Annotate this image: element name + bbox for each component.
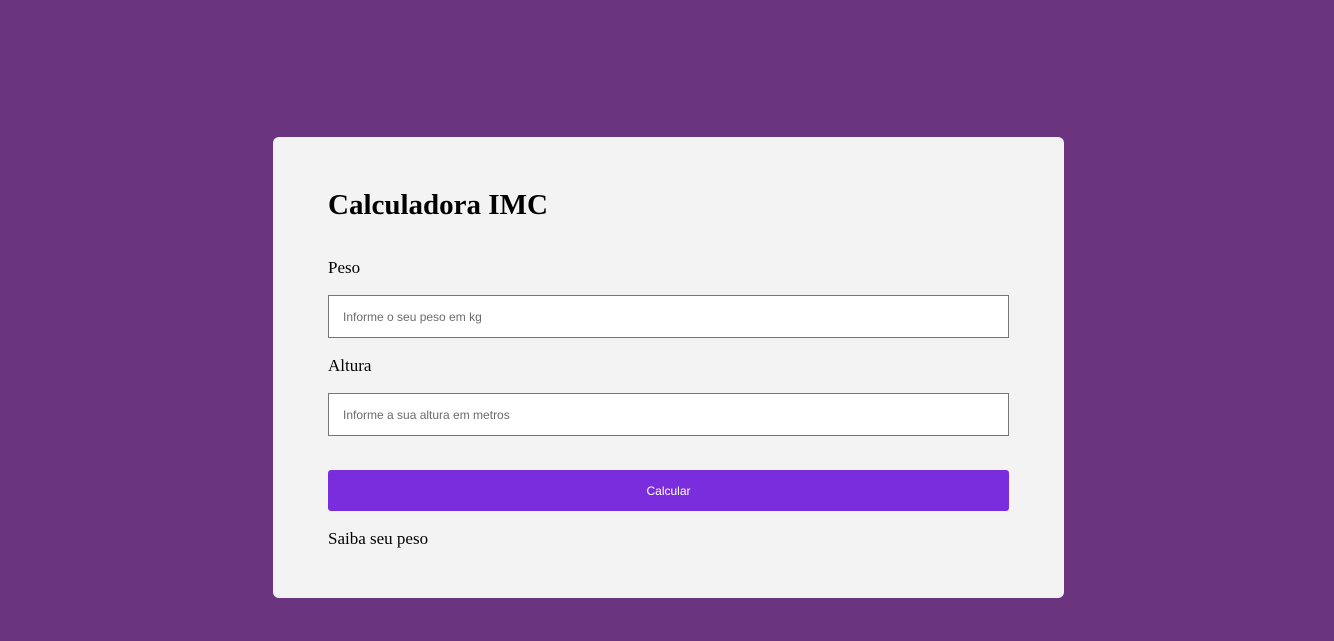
page-title: Calculadora IMC xyxy=(328,189,548,221)
imc-calculator-card: Calculadora IMC Peso Altura Calcular Sai… xyxy=(273,137,1064,598)
altura-input[interactable] xyxy=(328,393,1009,436)
calcular-button[interactable]: Calcular xyxy=(328,470,1009,511)
peso-label: Peso xyxy=(328,258,361,277)
result-text: Saiba seu peso xyxy=(328,529,429,548)
altura-label: Altura xyxy=(328,356,372,375)
peso-input[interactable] xyxy=(328,295,1009,338)
